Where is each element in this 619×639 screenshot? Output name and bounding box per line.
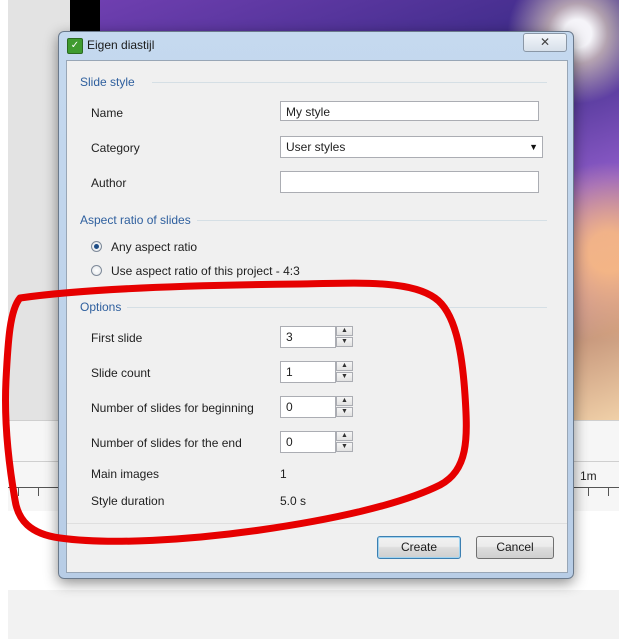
dialog-titlebar[interactable]: ✓ Eigen diastijl ✕ bbox=[59, 32, 573, 58]
beginning-slides-input[interactable]: 0 bbox=[280, 396, 336, 418]
dropdown-arrow-icon: ▼ bbox=[529, 142, 538, 152]
dialog-title: Eigen diastijl bbox=[87, 38, 155, 52]
slide-count-label: Slide count bbox=[91, 366, 151, 380]
radio-checked-icon[interactable] bbox=[91, 241, 102, 252]
name-label: Name bbox=[91, 106, 124, 120]
aspect-ratio-divider bbox=[197, 220, 547, 221]
spin-up-icon[interactable]: ▲ bbox=[336, 396, 353, 406]
bottom-panel bbox=[8, 590, 619, 639]
create-button[interactable]: Create bbox=[377, 536, 461, 559]
spin-down-icon[interactable]: ▼ bbox=[336, 442, 353, 452]
first-slide-stepper[interactable]: 3 ▲ ▼ bbox=[280, 326, 354, 348]
radio-project-aspect-ratio-label: Use aspect ratio of this project - 4:3 bbox=[111, 264, 300, 278]
style-duration-label: Style duration bbox=[91, 494, 165, 508]
beginning-slides-stepper[interactable]: 0 ▲ ▼ bbox=[280, 396, 354, 418]
close-button[interactable]: ✕ bbox=[523, 33, 567, 52]
spin-down-icon[interactable]: ▼ bbox=[336, 372, 353, 382]
slide-count-input[interactable]: 1 bbox=[280, 361, 336, 383]
spin-up-icon[interactable]: ▲ bbox=[336, 431, 353, 441]
custom-style-dialog: ✓ Eigen diastijl ✕ Slide style Name My s… bbox=[58, 31, 574, 579]
radio-any-aspect-ratio-label: Any aspect ratio bbox=[111, 240, 198, 254]
first-slide-label: First slide bbox=[91, 331, 143, 345]
author-field[interactable] bbox=[280, 171, 539, 193]
main-images-label: Main images bbox=[91, 467, 160, 481]
app-icon: ✓ bbox=[67, 38, 83, 54]
spin-up-icon[interactable]: ▲ bbox=[336, 361, 353, 371]
dialog-content: Slide style Name My style Category User … bbox=[66, 60, 568, 573]
end-slides-input[interactable]: 0 bbox=[280, 431, 336, 453]
end-slides-stepper[interactable]: 0 ▲ ▼ bbox=[280, 431, 354, 453]
category-label: Category bbox=[91, 141, 140, 155]
spin-down-icon[interactable]: ▼ bbox=[336, 407, 353, 417]
cancel-button[interactable]: Cancel bbox=[476, 536, 554, 559]
slide-style-divider bbox=[152, 82, 547, 83]
slide-count-stepper[interactable]: 1 ▲ ▼ bbox=[280, 361, 354, 383]
author-label: Author bbox=[91, 176, 127, 190]
category-selected-value: User styles bbox=[286, 140, 346, 154]
spin-down-icon[interactable]: ▼ bbox=[336, 337, 353, 347]
options-divider bbox=[127, 307, 547, 308]
name-field[interactable]: My style bbox=[280, 101, 539, 121]
background-margin bbox=[0, 0, 8, 639]
options-heading: Options bbox=[80, 300, 122, 314]
beginning-slides-label: Number of slides for beginning bbox=[91, 401, 254, 415]
aspect-ratio-heading: Aspect ratio of slides bbox=[80, 213, 191, 227]
first-slide-input[interactable]: 3 bbox=[280, 326, 336, 348]
end-slides-label: Number of slides for the end bbox=[91, 436, 242, 450]
radio-unchecked-icon[interactable] bbox=[91, 265, 102, 276]
slide-style-heading: Slide style bbox=[80, 75, 135, 89]
dialog-footer: Create Cancel bbox=[67, 523, 567, 572]
category-select[interactable]: User styles ▼ bbox=[280, 136, 543, 158]
spin-up-icon[interactable]: ▲ bbox=[336, 326, 353, 336]
main-images-value: 1 bbox=[280, 467, 287, 481]
timeline-marker-label: 1m bbox=[580, 469, 597, 483]
style-duration-value: 5.0 s bbox=[280, 494, 307, 508]
